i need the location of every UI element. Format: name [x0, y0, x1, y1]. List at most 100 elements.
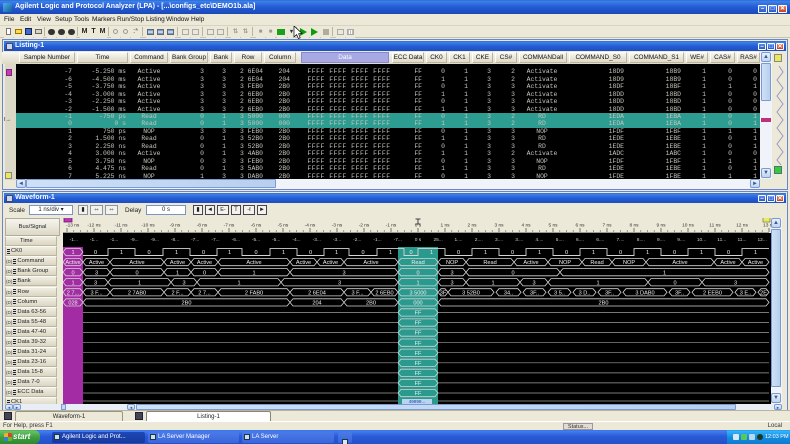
svg-text:-1...: -1...	[70, 237, 78, 243]
svg-text:000: 000	[413, 301, 422, 307]
svg-text:0: 0	[565, 250, 568, 256]
svg-text:Active: Active	[89, 260, 104, 266]
svg-text:6....: 6....	[596, 237, 604, 243]
svg-text:0: 0	[361, 250, 364, 256]
svg-text:3 52B0: 3 52B0	[462, 290, 480, 296]
svg-text:-2...: -2...	[353, 237, 361, 243]
svg-text:FF: FF	[415, 361, 422, 367]
svg-text:-1...: -1...	[373, 237, 381, 243]
svg-text:1: 1	[700, 250, 703, 256]
svg-text:3: 3	[532, 280, 535, 286]
svg-text:11...: 11...	[717, 237, 726, 243]
svg-text:FF: FF	[415, 391, 422, 397]
svg-text:2 FAB0: 2 FAB0	[245, 290, 263, 296]
svg-text:1: 1	[538, 250, 541, 256]
svg-text:-10 ns: -10 ns	[141, 223, 155, 229]
svg-text:0: 0	[94, 250, 97, 256]
svg-text:2 F...: 2 F...	[171, 290, 184, 296]
svg-text:-7 ns: -7 ns	[224, 223, 235, 229]
svg-text:2 7AB0: 2 7AB0	[128, 290, 146, 296]
svg-text:0: 0	[619, 250, 622, 256]
svg-text:3: 3	[450, 280, 453, 286]
svg-text:028: 028	[68, 301, 77, 307]
svg-text:-5...: -5...	[272, 237, 280, 243]
svg-text:1: 1	[335, 250, 338, 256]
svg-text:-7...: -7...	[394, 237, 402, 243]
svg-text:3 DAB0: 3 DAB0	[635, 290, 654, 296]
svg-text:1: 1	[71, 250, 74, 256]
svg-text:12...: 12...	[758, 237, 767, 243]
svg-text:-1 ns: -1 ns	[386, 223, 397, 229]
svg-text:Active: Active	[246, 260, 261, 266]
svg-text:FF: FF	[415, 311, 422, 317]
svg-text:NOP: NOP	[446, 260, 458, 266]
svg-text:10 ns: 10 ns	[682, 223, 694, 229]
svg-text:Active: Active	[672, 260, 687, 266]
svg-text:2....: 2....	[475, 237, 483, 243]
svg-text:11 ns: 11 ns	[709, 223, 721, 229]
svg-text:1: 1	[176, 270, 179, 276]
svg-text:0: 0	[203, 270, 206, 276]
svg-text:3 D..: 3 D..	[579, 290, 591, 296]
svg-text:3....: 3....	[495, 237, 503, 243]
svg-text:Read: Read	[411, 260, 424, 266]
svg-text:1: 1	[237, 280, 240, 286]
svg-text:11...: 11...	[738, 237, 747, 243]
svg-text:1 ns: 1 ns	[440, 223, 450, 229]
svg-text:1: 1	[416, 280, 419, 286]
svg-text:8 ns: 8 ns	[629, 223, 639, 229]
svg-text:3: 3	[95, 270, 98, 276]
svg-text:-8 ns: -8 ns	[197, 223, 208, 229]
svg-text:4....: 4....	[536, 237, 544, 243]
svg-text:-2 ns: -2 ns	[359, 223, 370, 229]
svg-text:3F..: 3F..	[675, 290, 684, 296]
svg-text:2 6E04: 2 6E04	[308, 290, 326, 296]
svg-text:1: 1	[71, 280, 74, 286]
svg-text:0: 0	[511, 250, 514, 256]
svg-text:-3 ns: -3 ns	[332, 223, 343, 229]
svg-text:9....: 9....	[657, 237, 665, 243]
svg-text:0: 0	[511, 270, 514, 276]
svg-text:7....: 7....	[617, 237, 625, 243]
svg-text:3: 3	[94, 280, 97, 286]
svg-text:3....: 3....	[515, 237, 523, 243]
svg-text:3: 3	[182, 280, 185, 286]
svg-text:0: 0	[135, 270, 138, 276]
svg-text:0: 0	[673, 280, 676, 286]
svg-text:3F..: 3F..	[605, 290, 614, 296]
svg-text:Active: Active	[720, 260, 735, 266]
svg-text:-7...: -7...	[211, 237, 219, 243]
svg-text:34..: 34..	[504, 290, 514, 296]
svg-text:Active: Active	[65, 260, 80, 266]
svg-text:-4...: -4...	[292, 237, 300, 243]
svg-text:Active: Active	[323, 260, 338, 266]
svg-text:7 ns: 7 ns	[602, 223, 612, 229]
svg-text:0: 0	[409, 250, 412, 256]
svg-text:FF: FF	[415, 321, 422, 327]
svg-text:3 5000: 3 5000	[409, 290, 426, 296]
svg-text:12 ns: 12 ns	[736, 223, 748, 229]
svg-text:0: 0	[309, 250, 312, 256]
svg-text:3 E..: 3 E..	[740, 290, 752, 296]
svg-text:1: 1	[430, 250, 433, 256]
svg-text:1: 1	[175, 250, 178, 256]
svg-text:0: 0	[147, 250, 150, 256]
svg-text:13 ns: 13 ns	[763, 223, 771, 229]
svg-text:1: 1	[596, 280, 599, 286]
svg-text:Read: Read	[483, 260, 496, 266]
svg-text:1: 1	[120, 250, 123, 256]
svg-text:6 ns: 6 ns	[575, 223, 585, 229]
svg-text:8....: 8....	[637, 237, 645, 243]
svg-text:2B0: 2B0	[182, 301, 192, 307]
svg-text:10...: 10...	[697, 237, 706, 243]
svg-text:-3...: -3...	[313, 237, 321, 243]
svg-text:-12 ns: -12 ns	[87, 223, 101, 229]
svg-text:Active: Active	[748, 260, 763, 266]
svg-text:-9 ns: -9 ns	[170, 223, 181, 229]
svg-text:3F..: 3F..	[530, 290, 539, 296]
svg-text:Active: Active	[197, 260, 212, 266]
svg-text:FF: FF	[415, 381, 422, 387]
svg-text:2 EEB0: 2 EEB0	[703, 290, 722, 296]
svg-text:-4 ns: -4 ns	[305, 223, 316, 229]
svg-text:0 s: 0 s	[415, 237, 422, 243]
